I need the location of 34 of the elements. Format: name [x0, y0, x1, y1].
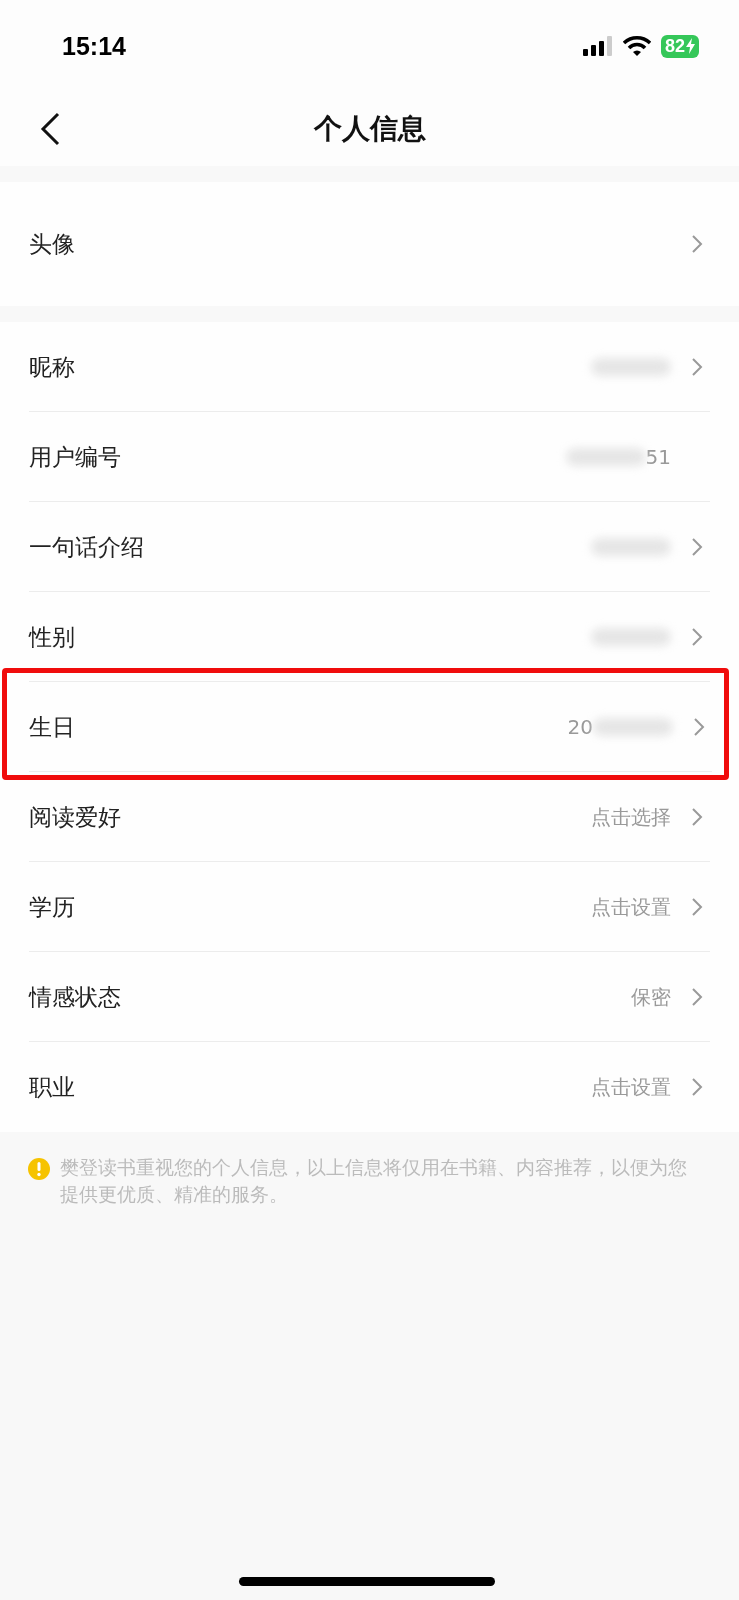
row-label: 职业 — [29, 1072, 76, 1102]
row-label: 用户编号 — [29, 442, 122, 472]
settings-row[interactable]: 阅读爱好 点击选择 — [0, 772, 739, 862]
settings-row[interactable]: 用户编号 51 — [0, 412, 739, 502]
row-label: 阅读爱好 — [29, 802, 122, 832]
row-label: 昵称 — [29, 352, 76, 382]
settings-row[interactable]: 学历 点击设置 — [0, 862, 739, 952]
row-label: 生日 — [29, 712, 76, 742]
privacy-notice: 樊登读书重视您的个人信息，以上信息将仅用在书籍、内容推荐，以便为您提供更优质、精准的服务。 — [60, 1155, 688, 1207]
settings-row[interactable]: 职业 点击设置 — [0, 1042, 739, 1132]
value-text: 点击设置 — [591, 1073, 671, 1101]
back-icon[interactable] — [40, 112, 60, 146]
wifi-icon — [622, 35, 651, 57]
settings-row[interactable]: 生日 20 — [7, 682, 724, 772]
row-label: 头像 — [29, 229, 76, 259]
value-text: 51 — [645, 445, 671, 469]
value-text: 点击选择 — [591, 803, 671, 831]
row-label: 一句话介绍 — [29, 532, 145, 562]
settings-row[interactable]: 性别 — [0, 592, 739, 682]
row-label: 情感状态 — [29, 982, 122, 1012]
row-label: 学历 — [29, 892, 76, 922]
value-text: 20 — [567, 715, 593, 739]
settings-row[interactable]: 情感状态 保密 — [0, 952, 739, 1042]
battery-indicator: 82 — [660, 34, 699, 58]
settings-row[interactable]: 头像 — [0, 182, 739, 306]
row-label: 性别 — [29, 622, 76, 652]
warning-icon — [28, 1158, 50, 1180]
value-text: 保密 — [631, 983, 671, 1011]
value-text: 点击设置 — [591, 893, 671, 921]
page-title: 个人信息 — [313, 111, 426, 147]
settings-row[interactable]: 一句话介绍 — [0, 502, 739, 592]
status-time: 15:14 — [62, 31, 127, 61]
signal-icon — [582, 36, 613, 56]
settings-row[interactable]: 昵称 — [0, 322, 739, 412]
